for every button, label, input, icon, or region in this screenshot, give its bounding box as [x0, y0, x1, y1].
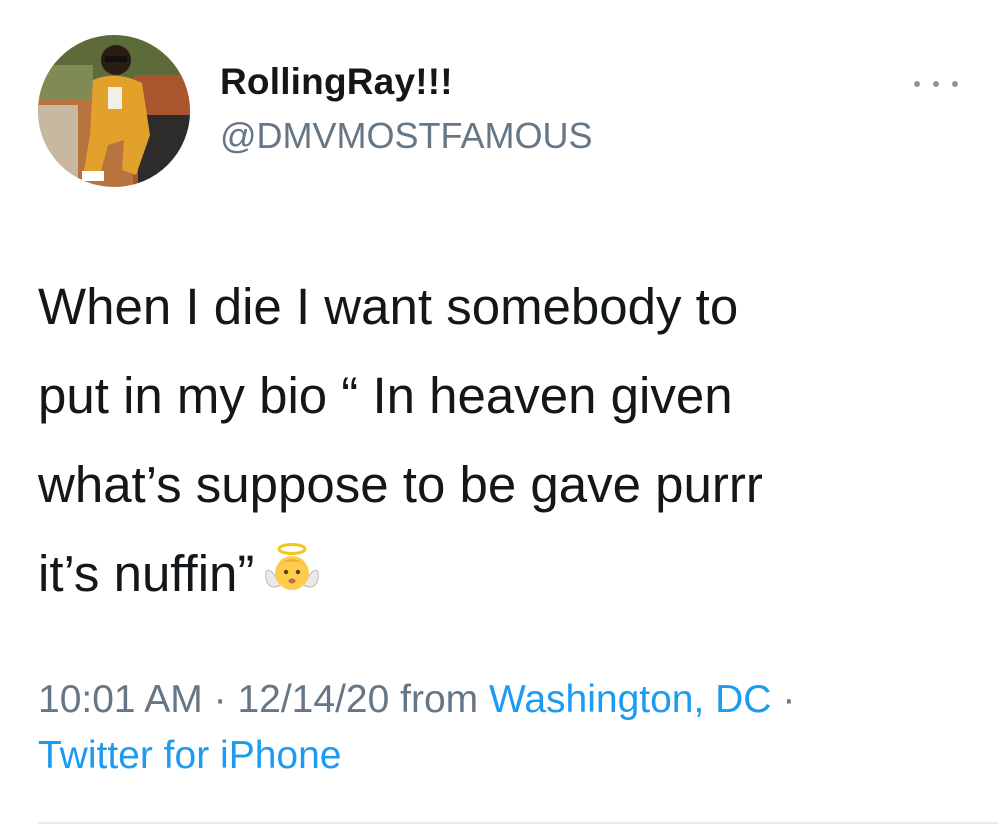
tweet-card: RollingRay!!! @DMVMOSTFAMOUS When I die …	[0, 0, 998, 826]
tweet-text-container: When I die I want somebody to put in my …	[38, 262, 938, 624]
separator: ·	[782, 678, 796, 721]
tweet-date[interactable]: 12/14/20	[237, 678, 389, 721]
dot	[952, 81, 958, 87]
dot	[933, 81, 939, 87]
tweet-time[interactable]: 10:01 AM	[38, 678, 203, 721]
separator: ·	[213, 678, 227, 721]
user-handle[interactable]: @DMVMOSTFAMOUS	[220, 115, 593, 157]
source-link[interactable]: Twitter for iPhone	[38, 734, 341, 777]
dot	[914, 81, 920, 87]
avatar[interactable]	[38, 35, 190, 187]
from-label: from	[400, 678, 479, 721]
location-link[interactable]: Washington, DC	[489, 678, 772, 721]
tweet-metadata: 10:01 AM · 12/14/20 from Washington, DC …	[38, 672, 968, 784]
display-name[interactable]: RollingRay!!!	[220, 61, 453, 103]
baby-angel-icon	[264, 535, 320, 624]
divider	[38, 822, 998, 824]
tweet-text: When I die I want somebody to put in my …	[38, 278, 763, 602]
more-options-icon[interactable]	[914, 72, 958, 96]
